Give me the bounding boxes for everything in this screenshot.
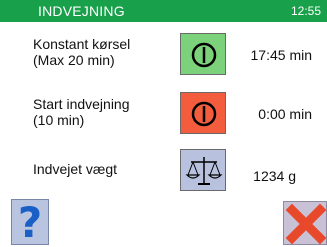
constant-run-button[interactable] <box>180 33 226 75</box>
row-label-line1: Start indvejning <box>33 96 130 112</box>
page-title: INDVEJNING <box>38 3 125 19</box>
row-label-weighed-weight: Indvejet vægt <box>33 161 117 177</box>
close-button[interactable] <box>283 201 327 245</box>
question-mark-icon: ? <box>17 198 43 247</box>
row-label-constant-run: Konstant kørsel (Max 20 min) <box>33 36 130 68</box>
help-button[interactable]: ? <box>11 198 49 247</box>
power-icon <box>191 42 217 68</box>
title-bar: INDVEJNING 12:55 <box>0 0 327 22</box>
start-weighing-value: 0:00 min <box>258 106 312 122</box>
power-icon <box>191 101 217 127</box>
start-weighing-button[interactable] <box>180 92 226 134</box>
close-icon <box>285 203 327 245</box>
clock: 12:55 <box>290 4 321 18</box>
row-label-line2: (Max 20 min) <box>33 52 115 68</box>
row-label-start-weighing: Start indvejning (10 min) <box>33 96 130 128</box>
weighed-weight-value: 1234 g <box>253 168 296 184</box>
row-label-line1: Indvejet vægt <box>33 161 118 177</box>
constant-run-value: 17:45 min <box>250 47 312 63</box>
row-label-line1: Konstant kørsel <box>33 36 131 52</box>
row-label-line2: (10 min) <box>33 112 85 128</box>
